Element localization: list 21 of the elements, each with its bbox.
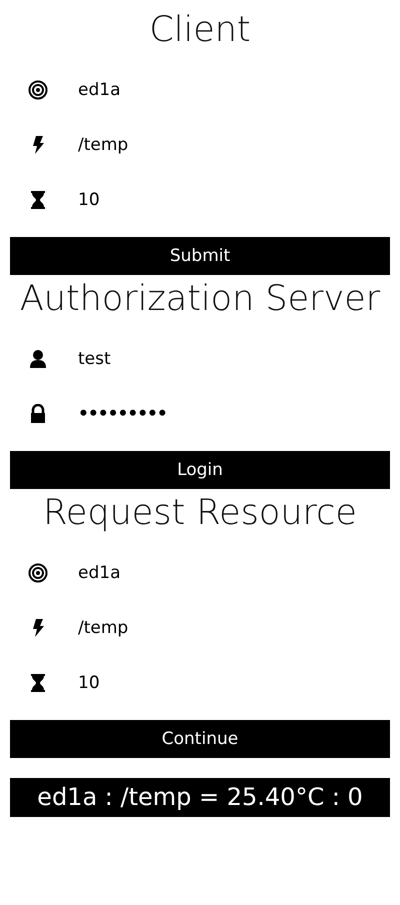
input-field[interactable]: 10	[78, 190, 278, 210]
action-button[interactable]: Continue	[10, 720, 390, 758]
section-title: Client	[148, 9, 252, 52]
input-field[interactable]: ed1a	[78, 80, 278, 100]
input-field[interactable]: •••••••••	[78, 404, 278, 424]
target-icon	[28, 80, 48, 100]
user-icon	[28, 348, 48, 368]
lock-icon	[28, 404, 48, 424]
hourglass-icon	[28, 190, 48, 210]
input-field[interactable]: /temp	[78, 134, 278, 154]
result-bar: ed1a : /temp = 25.40°C : 0	[10, 778, 390, 817]
input-field[interactable]: test	[78, 348, 278, 368]
input-field[interactable]: /temp	[78, 618, 278, 638]
input-field[interactable]: ed1a	[78, 562, 278, 582]
action-button[interactable]: Login	[10, 451, 390, 489]
input-field[interactable]: 10	[78, 672, 278, 692]
target-icon	[28, 562, 48, 582]
hourglass-icon	[28, 672, 48, 692]
section-title: Request Resource	[42, 492, 358, 535]
action-button[interactable]: Submit	[10, 237, 390, 275]
section-title: Authorization Server	[18, 278, 382, 321]
